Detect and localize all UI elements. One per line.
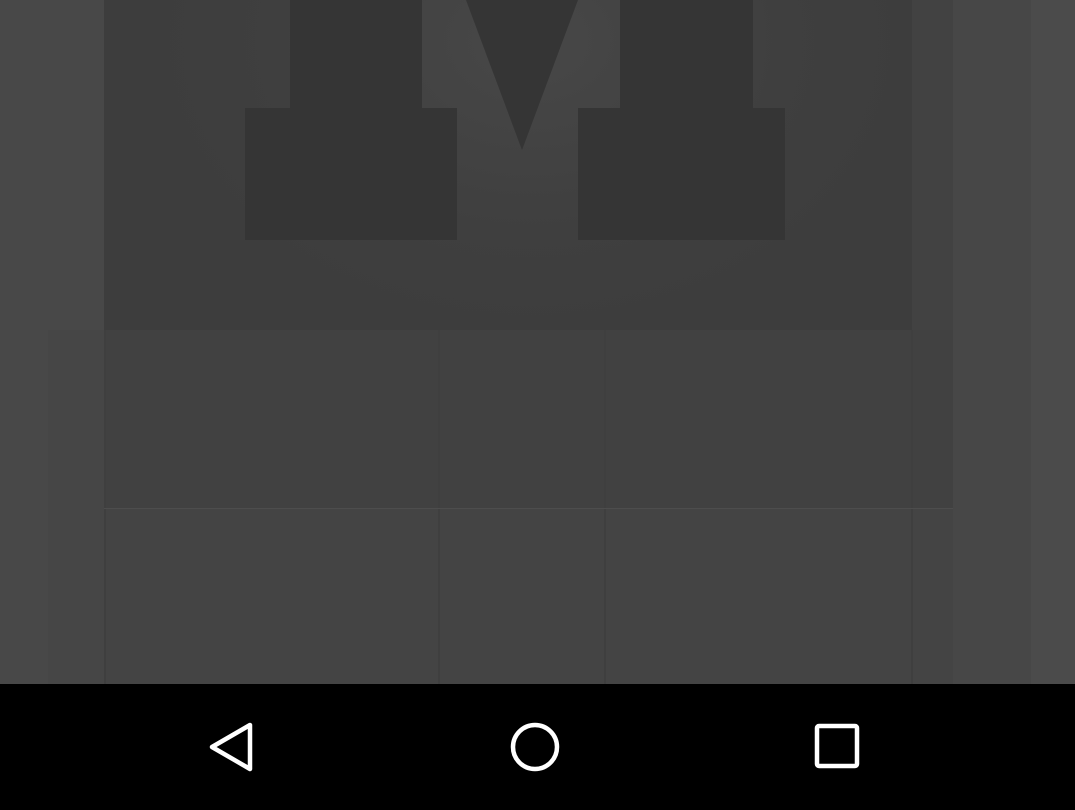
divider [438,330,440,684]
device-screen [0,0,1075,810]
navigation-bar [0,684,1075,810]
home-icon [510,722,560,772]
back-icon [209,722,253,772]
home-button[interactable] [455,684,615,810]
recents-icon [814,723,860,769]
divider [604,330,606,684]
background-panel [104,508,953,684]
divider [911,330,913,684]
app-background [0,0,1075,684]
divider [104,330,106,684]
divider [104,508,953,509]
background-panel [48,330,104,684]
back-button[interactable] [152,684,312,810]
app-logo-icon [245,0,785,240]
recents-button[interactable] [758,684,918,810]
background-panel [104,330,953,508]
